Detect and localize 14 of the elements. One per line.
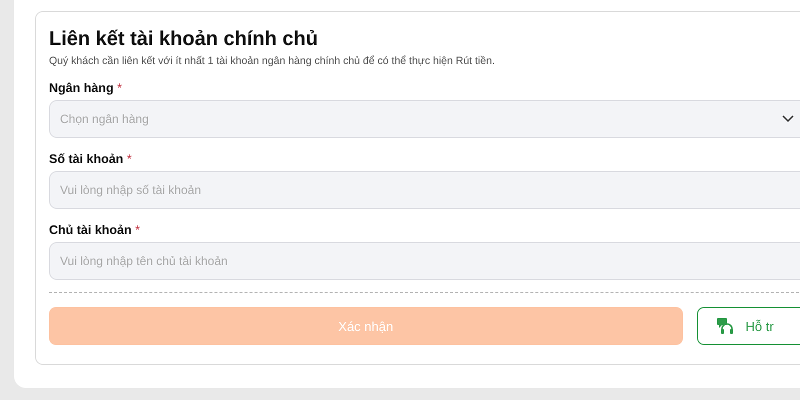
support-button[interactable]: Hỗ tr [696, 307, 800, 345]
input-field[interactable]: Vui lòng nhập số tài khoản [49, 171, 800, 209]
form-title: Liên kết tài khoản chính chủ [49, 27, 319, 52]
bank-dropdown[interactable]: Chọn ngân hàng [49, 100, 800, 138]
required-mark: * [135, 223, 140, 237]
field-label: Chủ tài khoản [49, 223, 132, 237]
form-description: Quý khách cần liên kết với ít nhất 1 tài khoản ngân hàng chính chủ để có thể thực hiện Rút tiền. [49, 55, 496, 67]
field-label: Ngân hàng [49, 81, 114, 95]
chevron-down-icon [782, 115, 794, 123]
field-label: Số tài khoản [49, 152, 124, 166]
input-field[interactable]: Vui lòng nhập tên chủ tài khoản [49, 242, 800, 280]
headset-chat-icon [716, 317, 734, 335]
required-mark: * [117, 81, 122, 95]
required-mark: * [126, 152, 132, 166]
